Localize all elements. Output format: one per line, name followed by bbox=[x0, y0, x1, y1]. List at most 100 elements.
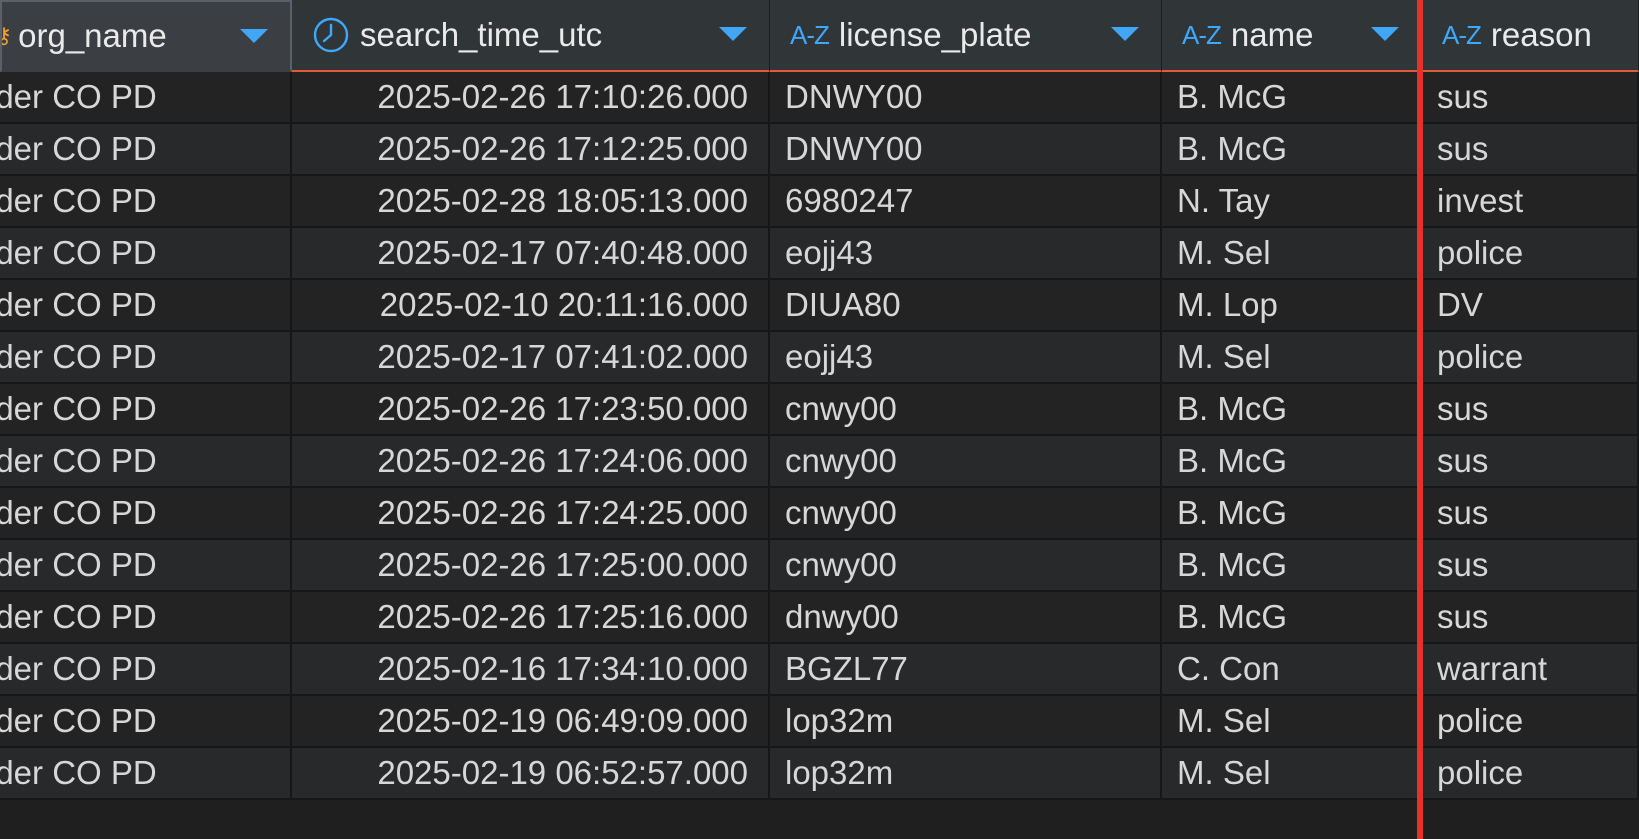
cell-name[interactable]: B. McG bbox=[1162, 72, 1422, 124]
cell-org-name[interactable]: lder CO PD bbox=[0, 696, 292, 748]
cell-reason[interactable]: sus bbox=[1422, 384, 1639, 436]
cell-name[interactable]: B. McG bbox=[1162, 488, 1422, 540]
cell-org-name[interactable]: lder CO PD bbox=[0, 124, 292, 176]
cell-search-time[interactable]: 2025-02-16 17:34:10.000 bbox=[292, 644, 770, 696]
cell-license-plate[interactable]: 6980247 bbox=[770, 176, 1162, 228]
cell-reason[interactable]: police bbox=[1422, 748, 1639, 800]
cell-license-plate[interactable]: lop32m bbox=[770, 748, 1162, 800]
cell-search-time[interactable]: 2025-02-26 17:25:00.000 bbox=[292, 540, 770, 592]
cell-license-plate[interactable]: dnwy00 bbox=[770, 592, 1162, 644]
cell-org-name[interactable]: lder CO PD bbox=[0, 72, 292, 124]
cell-reason-text: invest bbox=[1437, 182, 1524, 219]
cell-license-plate[interactable]: cnwy00 bbox=[770, 540, 1162, 592]
cell-search-time[interactable]: 2025-02-26 17:24:06.000 bbox=[292, 436, 770, 488]
cell-org-name[interactable]: lder CO PD bbox=[0, 228, 292, 280]
cell-search-time-text: 2025-02-26 17:23:50.000 bbox=[377, 390, 748, 427]
column-header-reason[interactable]: A-Z reason bbox=[1422, 0, 1639, 73]
cell-license-plate[interactable]: cnwy00 bbox=[770, 436, 1162, 488]
cell-search-time[interactable]: 2025-02-17 07:40:48.000 bbox=[292, 228, 770, 280]
column-header-org-name[interactable]: ⚷ org_name bbox=[0, 0, 292, 73]
table-row[interactable]: lder CO PD 2025-02-10 20:11:16.000 DIUA80 M… bbox=[0, 280, 1639, 332]
chevron-down-icon[interactable] bbox=[1111, 27, 1139, 41]
table-row[interactable]: lder CO PD 2025-02-26 17:25:00.000 cnwy00 B… bbox=[0, 540, 1639, 592]
cell-org-name[interactable]: lder CO PD bbox=[0, 176, 292, 228]
cell-name[interactable]: C. Con bbox=[1162, 644, 1422, 696]
cell-license-plate[interactable]: DNWY00 bbox=[770, 72, 1162, 124]
cell-org-name[interactable]: lder CO PD bbox=[0, 384, 292, 436]
cell-org-name[interactable]: lder CO PD bbox=[0, 592, 292, 644]
cell-reason[interactable]: police bbox=[1422, 696, 1639, 748]
cell-name[interactable]: B. McG bbox=[1162, 436, 1422, 488]
cell-license-plate[interactable]: DNWY00 bbox=[770, 124, 1162, 176]
cell-org-name[interactable]: lder CO PD bbox=[0, 280, 292, 332]
cell-name[interactable]: N. Tay bbox=[1162, 176, 1422, 228]
cell-org-name[interactable]: lder CO PD bbox=[0, 540, 292, 592]
cell-name[interactable]: M. Sel bbox=[1162, 696, 1422, 748]
cell-search-time[interactable]: 2025-02-26 17:10:26.000 bbox=[292, 72, 770, 124]
table-row[interactable]: lder CO PD 2025-02-26 17:24:25.000 cnwy00 B… bbox=[0, 488, 1639, 540]
cell-search-time[interactable]: 2025-02-26 17:12:25.000 bbox=[292, 124, 770, 176]
cell-org-name-text: lder CO PD bbox=[0, 338, 157, 375]
cell-license-plate[interactable]: lop32m bbox=[770, 696, 1162, 748]
column-header-search-time-utc[interactable]: search_time_utc bbox=[292, 0, 770, 73]
cell-name[interactable]: B. McG bbox=[1162, 540, 1422, 592]
cell-search-time[interactable]: 2025-02-10 20:11:16.000 bbox=[292, 280, 770, 332]
cell-name[interactable]: M. Lop bbox=[1162, 280, 1422, 332]
chevron-down-icon[interactable] bbox=[719, 27, 747, 41]
cell-reason[interactable]: warrant bbox=[1422, 644, 1639, 696]
cell-license-plate[interactable]: BGZL77 bbox=[770, 644, 1162, 696]
cell-name[interactable]: B. McG bbox=[1162, 124, 1422, 176]
cell-name[interactable]: M. Sel bbox=[1162, 748, 1422, 800]
cell-reason[interactable]: sus bbox=[1422, 124, 1639, 176]
cell-reason-text: sus bbox=[1437, 78, 1489, 115]
cell-search-time[interactable]: 2025-02-28 18:05:13.000 bbox=[292, 176, 770, 228]
table-row[interactable]: lder CO PD 2025-02-26 17:25:16.000 dnwy00 B… bbox=[0, 592, 1639, 644]
cell-search-time[interactable]: 2025-02-19 06:49:09.000 bbox=[292, 696, 770, 748]
cell-name-text: M. Sel bbox=[1177, 754, 1271, 791]
table-row[interactable]: lder CO PD 2025-02-26 17:24:06.000 cnwy00 B… bbox=[0, 436, 1639, 488]
cell-org-name[interactable]: lder CO PD bbox=[0, 748, 292, 800]
cell-license-plate[interactable]: eojj43 bbox=[770, 228, 1162, 280]
table-row[interactable]: lder CO PD 2025-02-26 17:10:26.000 DNWY00 B… bbox=[0, 72, 1639, 124]
cell-reason[interactable]: sus bbox=[1422, 592, 1639, 644]
cell-reason[interactable]: invest bbox=[1422, 176, 1639, 228]
cell-search-time[interactable]: 2025-02-26 17:24:25.000 bbox=[292, 488, 770, 540]
table-row[interactable]: lder CO PD 2025-02-19 06:52:57.000 lop32m M… bbox=[0, 748, 1639, 800]
cell-search-time[interactable]: 2025-02-26 17:25:16.000 bbox=[292, 592, 770, 644]
cell-reason[interactable]: police bbox=[1422, 332, 1639, 384]
cell-org-name[interactable]: lder CO PD bbox=[0, 488, 292, 540]
cell-reason[interactable]: sus bbox=[1422, 488, 1639, 540]
cell-org-name[interactable]: lder CO PD bbox=[0, 332, 292, 384]
cell-name[interactable]: M. Sel bbox=[1162, 228, 1422, 280]
cell-org-name[interactable]: lder CO PD bbox=[0, 436, 292, 488]
table-row[interactable]: lder CO PD 2025-02-17 07:40:48.000 eojj43 M… bbox=[0, 228, 1639, 280]
table-row[interactable]: lder CO PD 2025-02-16 17:34:10.000 BGZL77 C… bbox=[0, 644, 1639, 696]
chevron-down-icon[interactable] bbox=[240, 29, 268, 43]
cell-reason[interactable]: sus bbox=[1422, 72, 1639, 124]
cell-license-plate[interactable]: eojj43 bbox=[770, 332, 1162, 384]
column-header-license-plate[interactable]: A-Z license_plate bbox=[770, 0, 1162, 73]
cell-reason[interactable]: police bbox=[1422, 228, 1639, 280]
table-row[interactable]: lder CO PD 2025-02-26 17:23:50.000 cnwy00 B… bbox=[0, 384, 1639, 436]
cell-search-time[interactable]: 2025-02-26 17:23:50.000 bbox=[292, 384, 770, 436]
column-header-name[interactable]: A-Z name bbox=[1162, 0, 1422, 73]
cell-license-plate[interactable]: cnwy00 bbox=[770, 384, 1162, 436]
table-row[interactable]: lder CO PD 2025-02-19 06:49:09.000 lop32m M… bbox=[0, 696, 1639, 748]
cell-reason[interactable]: sus bbox=[1422, 436, 1639, 488]
cell-reason[interactable]: DV bbox=[1422, 280, 1639, 332]
cell-license-plate-text: BGZL77 bbox=[785, 650, 908, 687]
cell-search-time-text: 2025-02-26 17:24:25.000 bbox=[377, 494, 748, 531]
cell-license-plate[interactable]: DIUA80 bbox=[770, 280, 1162, 332]
table-row[interactable]: lder CO PD 2025-02-26 17:12:25.000 DNWY00 B… bbox=[0, 124, 1639, 176]
cell-search-time[interactable]: 2025-02-19 06:52:57.000 bbox=[292, 748, 770, 800]
cell-license-plate[interactable]: cnwy00 bbox=[770, 488, 1162, 540]
cell-name[interactable]: B. McG bbox=[1162, 592, 1422, 644]
chevron-down-icon[interactable] bbox=[1371, 27, 1399, 41]
cell-reason[interactable]: sus bbox=[1422, 540, 1639, 592]
cell-name[interactable]: M. Sel bbox=[1162, 332, 1422, 384]
cell-org-name[interactable]: lder CO PD bbox=[0, 644, 292, 696]
table-row[interactable]: lder CO PD 2025-02-17 07:41:02.000 eojj43 M… bbox=[0, 332, 1639, 384]
cell-search-time[interactable]: 2025-02-17 07:41:02.000 bbox=[292, 332, 770, 384]
table-row[interactable]: lder CO PD 2025-02-28 18:05:13.000 6980247… bbox=[0, 176, 1639, 228]
cell-name[interactable]: B. McG bbox=[1162, 384, 1422, 436]
